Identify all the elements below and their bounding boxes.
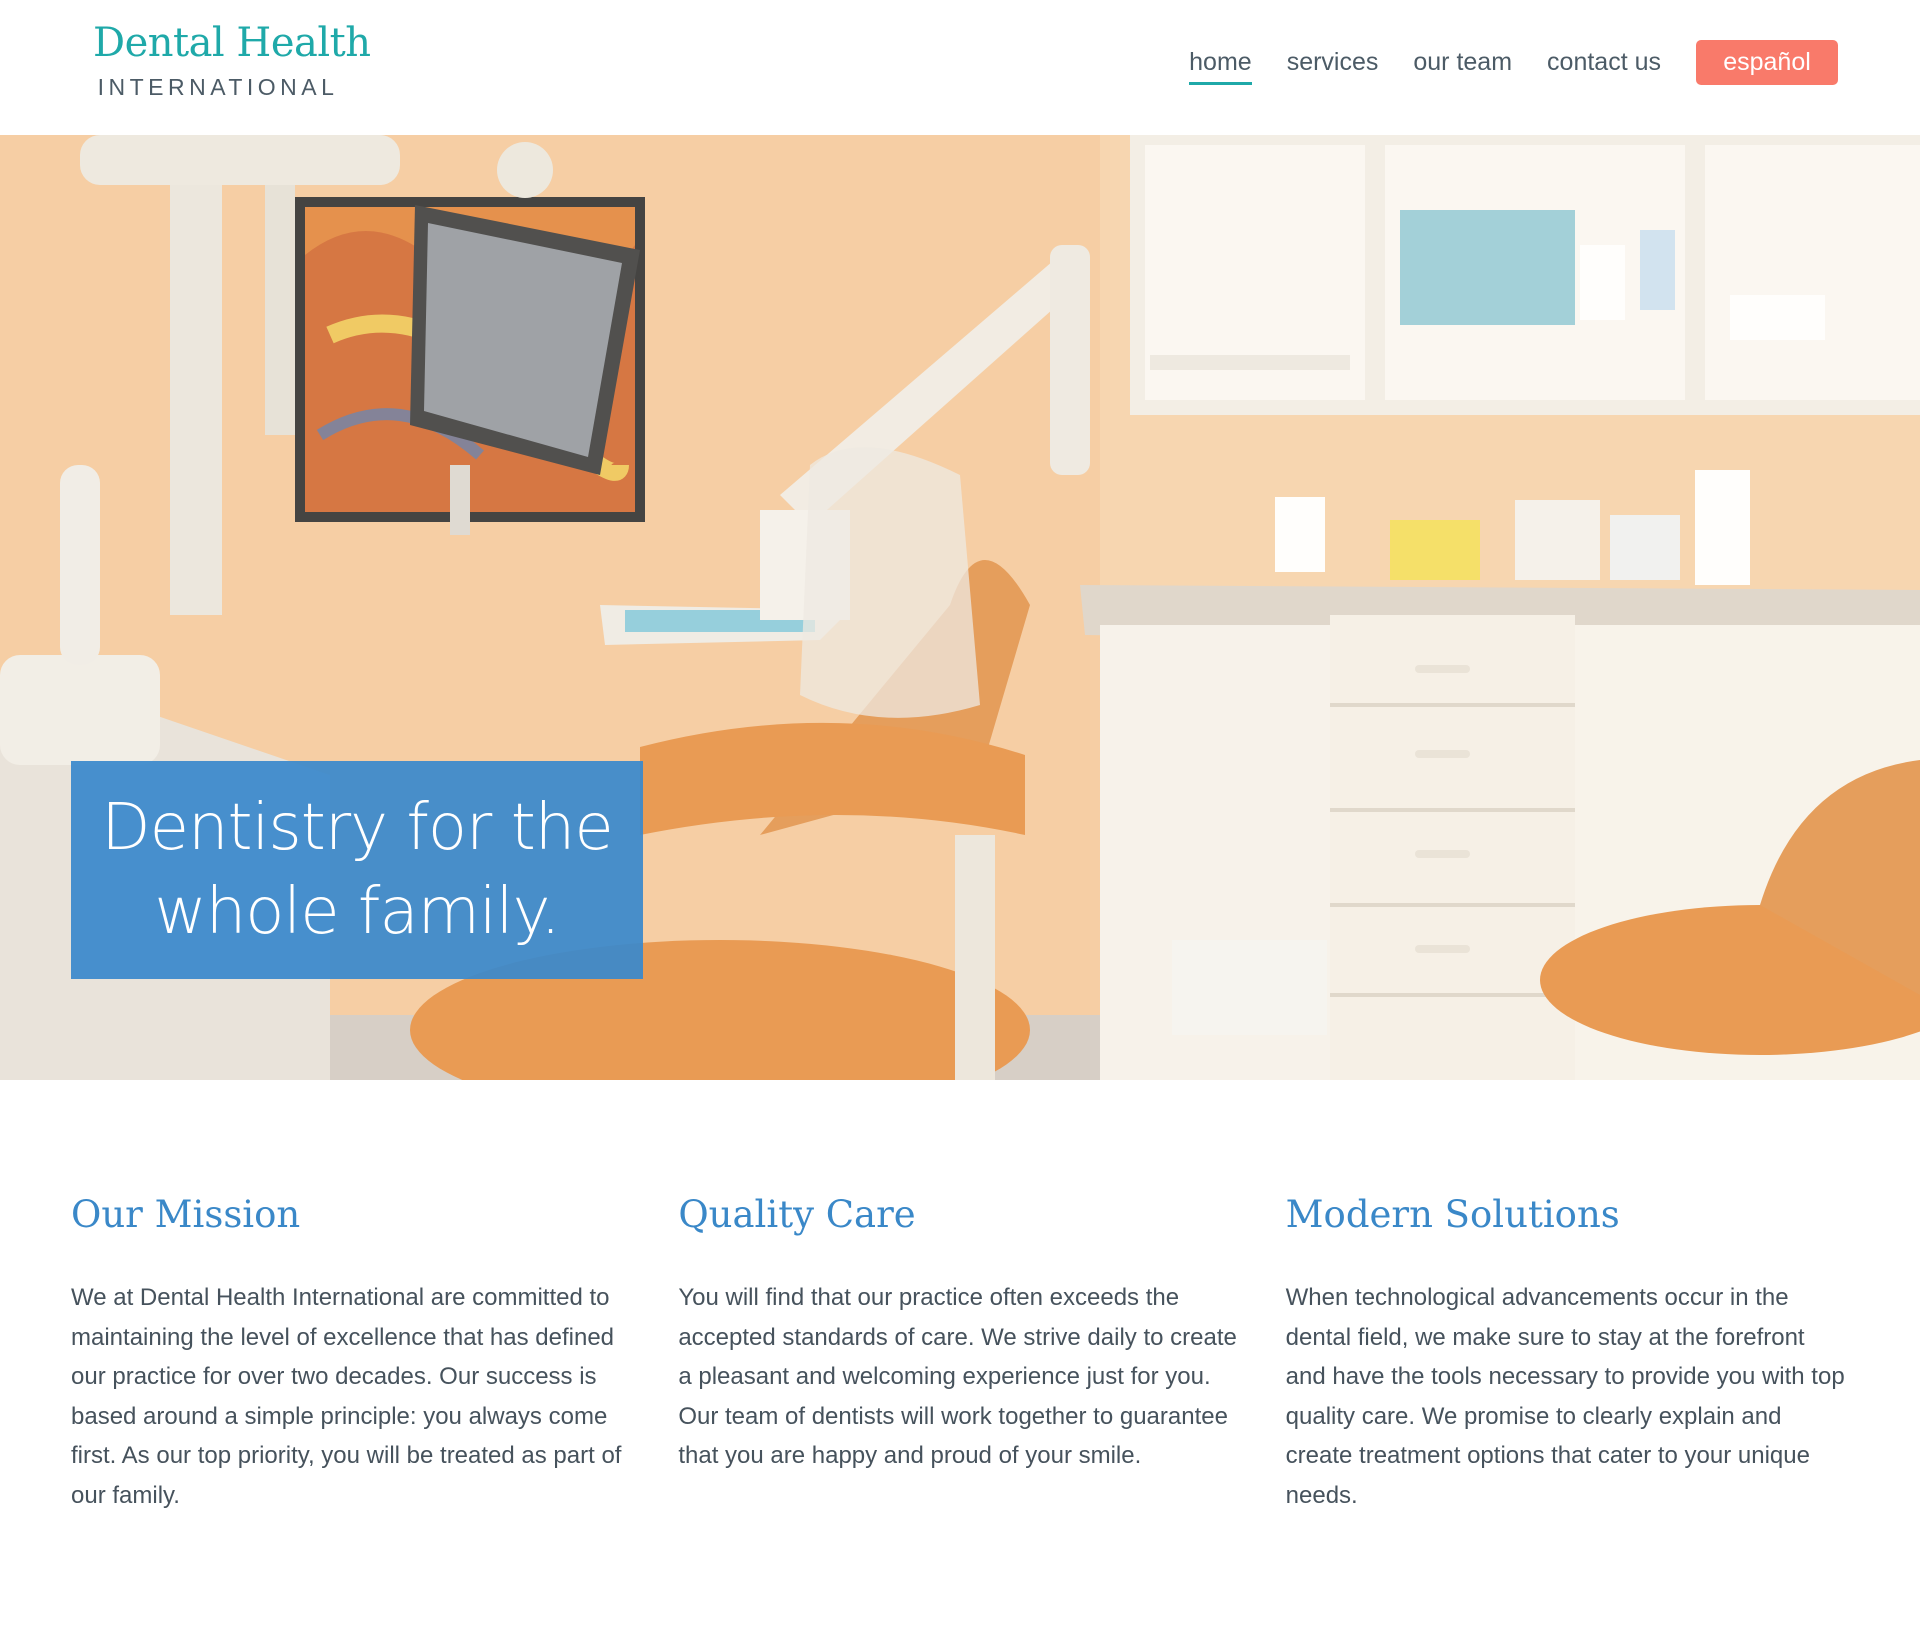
feature-title: Our Mission (71, 1193, 301, 1236)
feature-quality-care: Quality Care You will find that our prac… (678, 1190, 1243, 1515)
hero-section: Dentistry for the whole family. (0, 135, 1920, 1080)
feature-text: You will find that our practice often ex… (678, 1284, 1237, 1469)
nav-item-home[interactable]: home (1189, 42, 1252, 85)
feature-modern-solutions: Modern Solutions When technological adva… (1286, 1190, 1851, 1515)
site-logo[interactable]: Dental Health INTERNATIONAL (93, 18, 371, 102)
hero-headline-card: Dentistry for the whole family. (71, 761, 643, 979)
language-toggle-button[interactable]: español (1696, 39, 1838, 85)
logo-subtitle: INTERNATIONAL (97, 74, 339, 100)
feature-title: Modern Solutions (1285, 1193, 1620, 1236)
nav-item-contact-us[interactable]: contact us (1547, 42, 1661, 83)
feature-text: We at Dental Health International are co… (71, 1284, 622, 1509)
hero-headline-line-1: Dentistry for the (101, 791, 613, 865)
site-header: Dental Health INTERNATIONAL home service… (0, 0, 1920, 135)
main-nav: home services our team contact us españo… (1154, 39, 1838, 85)
nav-item-our-team[interactable]: our team (1413, 42, 1512, 83)
hero-headline-line-2: whole family. (154, 875, 560, 949)
nav-item-services[interactable]: services (1287, 42, 1379, 83)
feature-text: When technological advancements occur in… (1285, 1284, 1845, 1509)
features-section: Our Mission We at Dental Health Internat… (71, 1190, 1851, 1515)
logo-title: Dental Health (93, 20, 371, 66)
feature-our-mission: Our Mission We at Dental Health Internat… (71, 1190, 636, 1515)
hero-headline: Dentistry for the whole family. (101, 786, 613, 954)
feature-title: Quality Care (678, 1193, 916, 1236)
